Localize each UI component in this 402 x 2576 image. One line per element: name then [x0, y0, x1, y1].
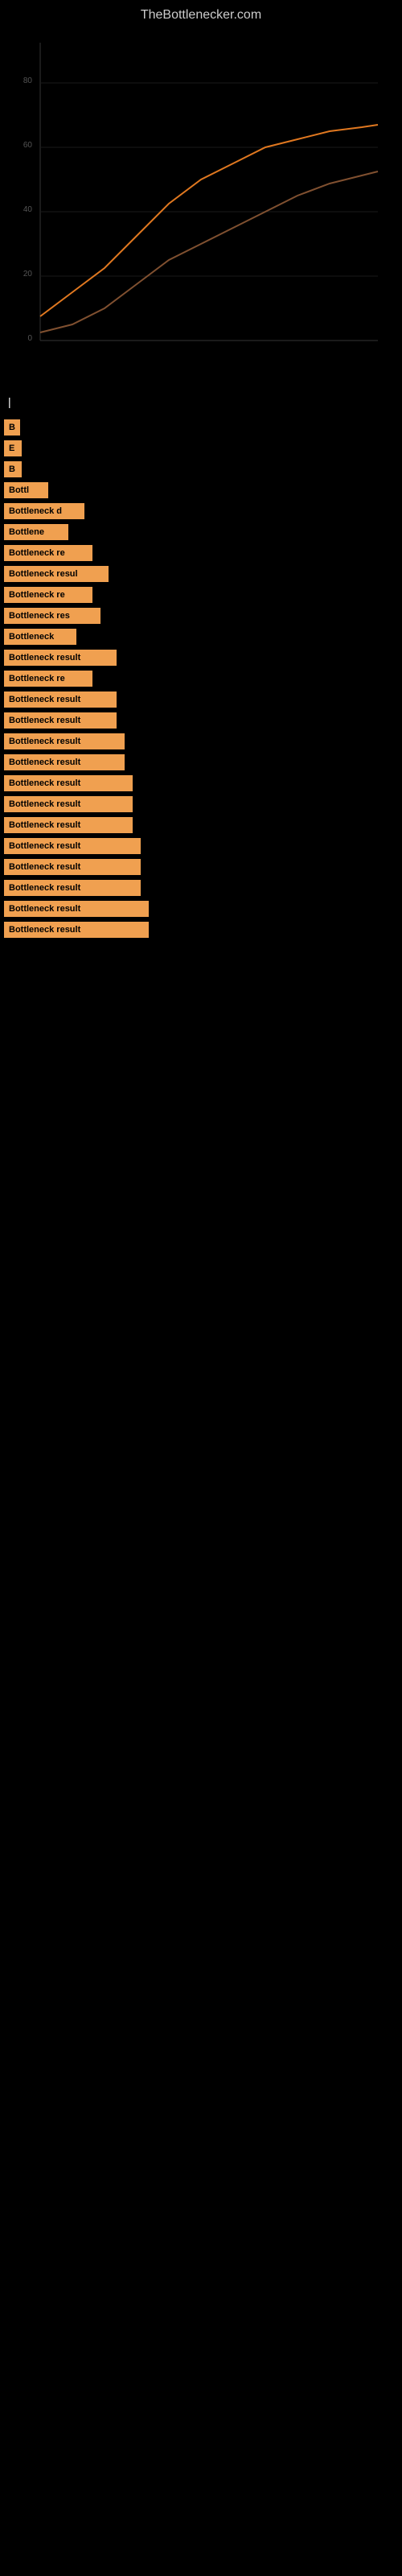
bottleneck-result-label: Bottleneck result: [4, 650, 117, 666]
list-item: B: [0, 461, 402, 477]
list-item: Bottleneck re: [0, 671, 402, 687]
bottleneck-chart: 0 20 40 60 80: [8, 35, 394, 373]
list-item: Bottleneck result: [0, 754, 402, 770]
bottleneck-result-label: Bottleneck result: [4, 796, 133, 812]
bottleneck-result-label: Bottleneck result: [4, 880, 141, 896]
bottleneck-result-label: Bottleneck result: [4, 754, 125, 770]
bottleneck-result-label: Bottleneck: [4, 629, 76, 645]
bottleneck-result-label: Bottleneck result: [4, 922, 149, 938]
cursor-indicator: |: [0, 389, 402, 415]
list-item: Bottleneck result: [0, 901, 402, 917]
bottleneck-result-label: Bottleneck result: [4, 733, 125, 749]
svg-text:0: 0: [27, 334, 32, 343]
site-title: TheBottlenecker.com: [0, 0, 402, 27]
list-item: Bottleneck d: [0, 503, 402, 519]
bottleneck-result-label: Bottl: [4, 482, 48, 498]
svg-text:60: 60: [23, 141, 33, 150]
list-item: Bottleneck result: [0, 859, 402, 875]
list-item: E: [0, 440, 402, 456]
list-item: Bottleneck result: [0, 880, 402, 896]
bottleneck-result-label: E: [4, 440, 22, 456]
bottleneck-result-label: Bottleneck re: [4, 545, 92, 561]
bottleneck-result-label: Bottlene: [4, 524, 68, 540]
list-item: Bottleneck result: [0, 650, 402, 666]
list-item: Bottleneck resul: [0, 566, 402, 582]
bottleneck-result-label: Bottleneck result: [4, 775, 133, 791]
site-header: TheBottlenecker.com: [0, 0, 402, 27]
bottleneck-result-label: Bottleneck d: [4, 503, 84, 519]
list-item: Bottleneck res: [0, 608, 402, 624]
list-item: Bottleneck result: [0, 838, 402, 854]
list-item: Bottleneck result: [0, 712, 402, 729]
list-item: Bottleneck re: [0, 587, 402, 603]
list-item: Bottl: [0, 482, 402, 498]
bottleneck-result-label: B: [4, 419, 20, 436]
list-item: Bottleneck result: [0, 796, 402, 812]
bottleneck-result-label: Bottleneck result: [4, 817, 133, 833]
list-item: Bottleneck result: [0, 733, 402, 749]
list-item: Bottleneck: [0, 629, 402, 645]
bottleneck-result-label: B: [4, 461, 22, 477]
bottleneck-result-label: Bottleneck result: [4, 691, 117, 708]
bottleneck-result-label: Bottleneck re: [4, 671, 92, 687]
chart-area: 0 20 40 60 80: [8, 35, 394, 373]
list-item: Bottleneck re: [0, 545, 402, 561]
svg-text:20: 20: [23, 270, 33, 279]
svg-text:40: 40: [23, 205, 33, 214]
list-item: B: [0, 419, 402, 436]
bottleneck-result-label: Bottleneck res: [4, 608, 100, 624]
bottleneck-result-label: Bottleneck re: [4, 587, 92, 603]
bottleneck-list: BEB Bottl Bottleneck d Bottlene Bottleneck r…: [0, 419, 402, 938]
bottleneck-result-label: Bottleneck result: [4, 712, 117, 729]
bottleneck-result-label: Bottleneck result: [4, 901, 149, 917]
bottleneck-result-label: Bottleneck result: [4, 838, 141, 854]
results-section: | BEB Bottl Bottleneck d Bottlene Bottleneck…: [0, 381, 402, 938]
list-item: Bottleneck result: [0, 775, 402, 791]
list-item: Bottlene: [0, 524, 402, 540]
list-item: Bottleneck result: [0, 691, 402, 708]
list-item: Bottleneck result: [0, 922, 402, 938]
svg-text:80: 80: [23, 76, 33, 85]
list-item: Bottleneck result: [0, 817, 402, 833]
bottleneck-result-label: Bottleneck resul: [4, 566, 109, 582]
bottleneck-result-label: Bottleneck result: [4, 859, 141, 875]
